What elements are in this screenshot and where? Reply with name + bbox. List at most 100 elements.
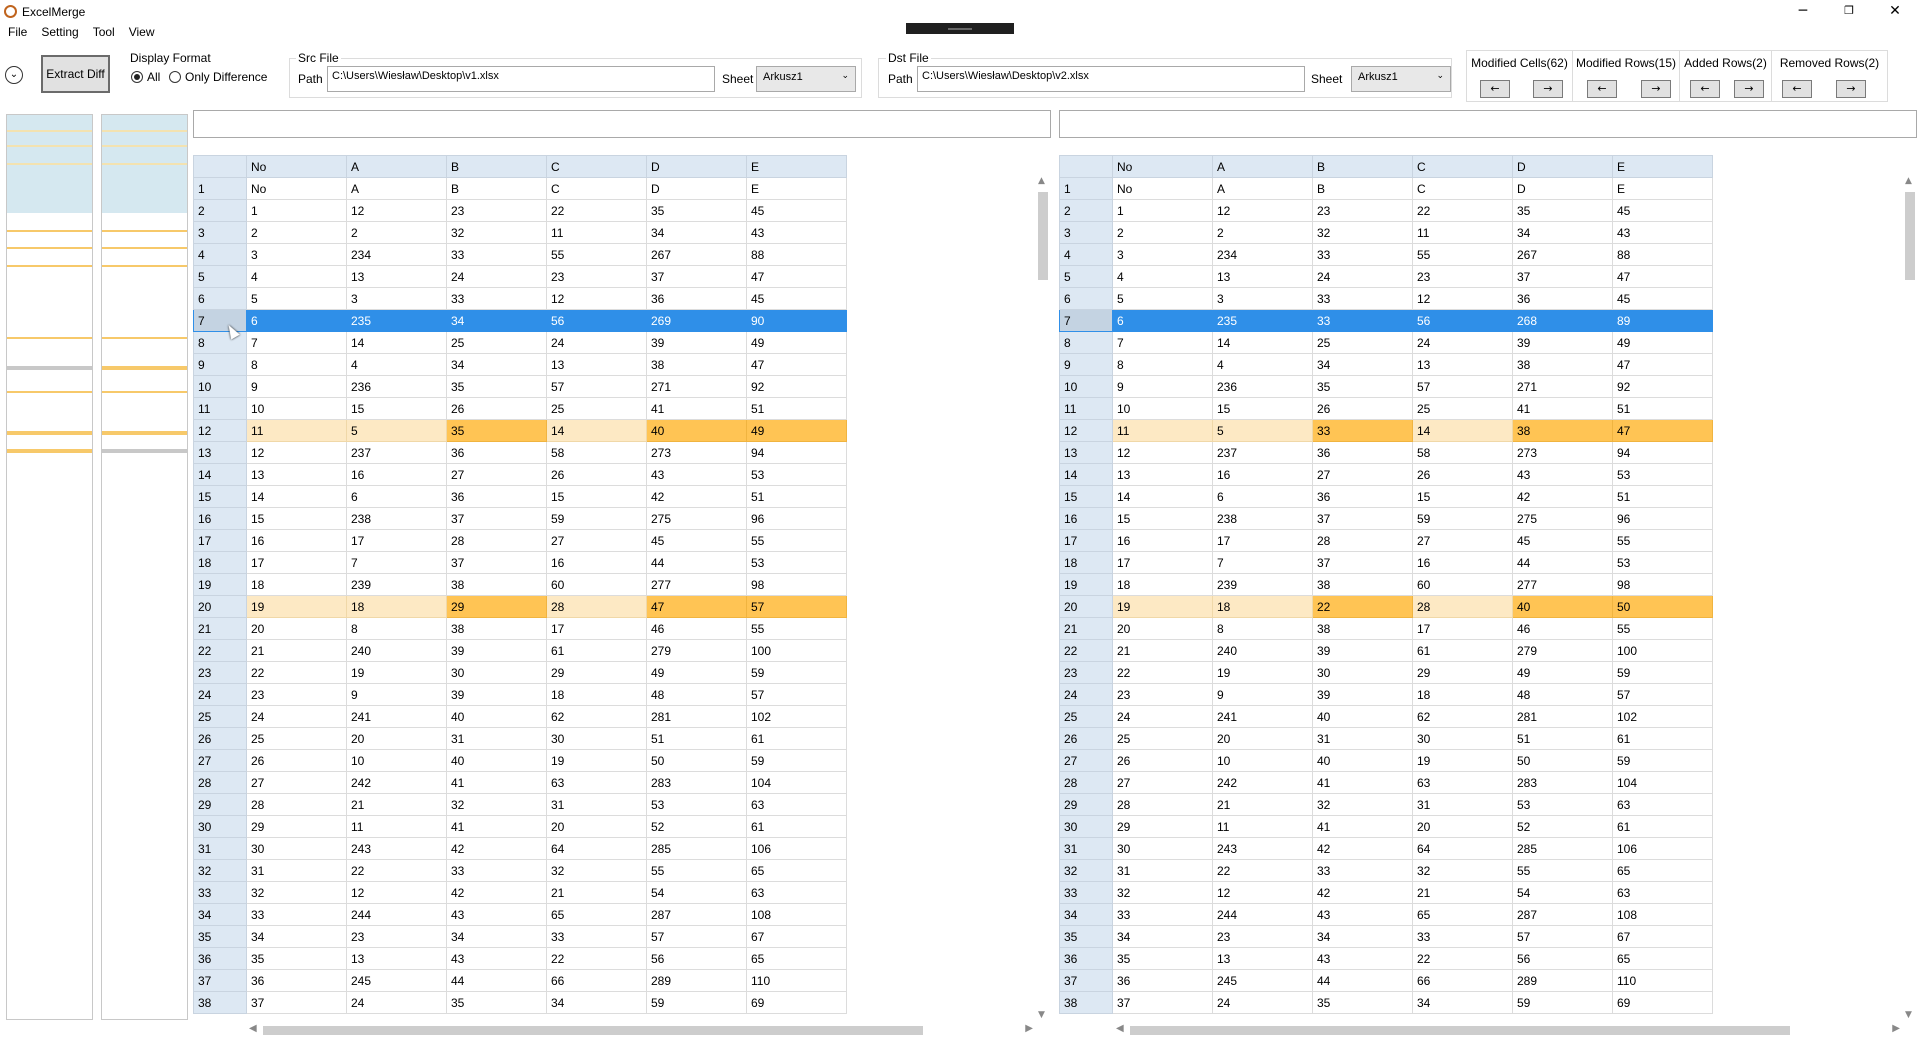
grid-cell[interactable]: 59 xyxy=(1412,507,1513,530)
table-row[interactable]: 38 37 24 35 34 59 69 xyxy=(1059,991,1713,1014)
grid-cell[interactable]: 24 xyxy=(1112,705,1213,728)
grid-cell[interactable]: 30 xyxy=(1112,837,1213,860)
grid-cell[interactable]: 48 xyxy=(646,683,747,706)
grid-cell[interactable]: A xyxy=(346,177,447,200)
table-row[interactable]: 30 29 11 41 20 52 61 xyxy=(193,815,847,838)
dst-vertical-scrollbar[interactable]: ▲ ▼ xyxy=(1902,176,1919,1022)
grid-cell[interactable]: 34 xyxy=(446,925,547,948)
table-row[interactable]: 3 2 2 32 11 34 43 xyxy=(193,221,847,244)
grid-cell[interactable]: 18 xyxy=(1212,595,1313,618)
row-header[interactable]: 17 xyxy=(1059,529,1113,552)
grid-cell[interactable]: 1 xyxy=(246,199,347,222)
grid-cell[interactable]: 268 xyxy=(1512,309,1613,332)
grid-cell[interactable]: 16 xyxy=(1212,463,1313,486)
table-row[interactable]: 19 18 239 38 60 277 98 xyxy=(1059,573,1713,596)
dst-horizontal-scrollbar[interactable]: ◀ ▶ xyxy=(1116,1022,1902,1039)
row-header[interactable]: 10 xyxy=(1059,375,1113,398)
table-row[interactable]: 36 35 13 43 22 56 65 xyxy=(1059,947,1713,970)
grid-cell[interactable]: 23 xyxy=(246,683,347,706)
grid-cell[interactable]: 235 xyxy=(1212,309,1313,332)
grid-cell[interactable]: 31 xyxy=(246,859,347,882)
grid-cell[interactable]: 43 xyxy=(1612,221,1713,244)
grid-cell[interactable]: 47 xyxy=(746,265,847,288)
grid-cell[interactable]: 20 xyxy=(346,727,447,750)
grid-cell[interactable]: 289 xyxy=(1512,969,1613,992)
grid-cell[interactable]: 23 xyxy=(1112,683,1213,706)
grid-cell[interactable]: 5 xyxy=(346,419,447,442)
row-header[interactable]: 31 xyxy=(1059,837,1113,860)
grid-cell[interactable]: 59 xyxy=(746,749,847,772)
table-row[interactable]: 6 5 3 33 12 36 45 xyxy=(193,287,847,310)
grid-cell[interactable]: 22 xyxy=(546,947,647,970)
grid-cell[interactable]: 61 xyxy=(1612,727,1713,750)
table-row[interactable]: 22 21 240 39 61 279 100 xyxy=(193,639,847,662)
grid-cell[interactable]: 43 xyxy=(646,463,747,486)
scroll-up-icon[interactable]: ▲ xyxy=(1038,176,1045,186)
grid-cell[interactable]: 11 xyxy=(346,815,447,838)
grid-cell[interactable]: 34 xyxy=(246,925,347,948)
grid-cell[interactable]: 287 xyxy=(646,903,747,926)
grid-cell[interactable]: 65 xyxy=(746,859,847,882)
row-header[interactable]: 17 xyxy=(193,529,247,552)
grid-cell[interactable]: 16 xyxy=(1412,551,1513,574)
grid-cell[interactable]: B xyxy=(1312,177,1413,200)
row-header[interactable]: 21 xyxy=(1059,617,1113,640)
grid-cell[interactable]: 19 xyxy=(246,595,347,618)
row-header[interactable]: 4 xyxy=(1059,243,1113,266)
grid-cell[interactable]: 57 xyxy=(746,595,847,618)
table-row[interactable]: 4 3 234 33 55 267 88 xyxy=(193,243,847,266)
grid-cell[interactable]: 63 xyxy=(1612,881,1713,904)
grid-cell[interactable]: 65 xyxy=(746,947,847,970)
grid-cell[interactable]: 29 xyxy=(246,815,347,838)
grid-cell[interactable]: 55 xyxy=(746,529,847,552)
grid-cell[interactable]: No xyxy=(1112,177,1213,200)
grid-cell[interactable]: 54 xyxy=(1512,881,1613,904)
grid-corner[interactable] xyxy=(193,155,247,178)
prev-modified-cell-button[interactable]: ← xyxy=(1480,80,1510,98)
table-row[interactable]: 20 19 18 22 28 40 50 xyxy=(1059,595,1713,618)
grid-cell[interactable]: 94 xyxy=(1612,441,1713,464)
grid-cell[interactable]: 23 xyxy=(546,265,647,288)
grid-cell[interactable]: 15 xyxy=(546,485,647,508)
grid-cell[interactable]: 53 xyxy=(746,551,847,574)
grid-cell[interactable]: 13 xyxy=(1412,353,1513,376)
grid-cell[interactable]: 33 xyxy=(446,859,547,882)
column-header[interactable]: B xyxy=(446,155,547,178)
grid-cell[interactable]: 61 xyxy=(546,639,647,662)
grid-cell[interactable]: 22 xyxy=(1412,947,1513,970)
grid-cell[interactable]: 65 xyxy=(1612,859,1713,882)
grid-cell[interactable]: 35 xyxy=(1112,947,1213,970)
grid-cell[interactable]: 7 xyxy=(346,551,447,574)
grid-cell[interactable]: 33 xyxy=(446,243,547,266)
grid-cell[interactable]: 32 xyxy=(246,881,347,904)
grid-cell[interactable]: 56 xyxy=(646,947,747,970)
grid-cell[interactable]: 24 xyxy=(1312,265,1413,288)
grid-cell[interactable]: 34 xyxy=(1112,925,1213,948)
row-header[interactable]: 9 xyxy=(193,353,247,376)
grid-cell[interactable]: 5 xyxy=(1212,419,1313,442)
row-header[interactable]: 29 xyxy=(1059,793,1113,816)
grid-cell[interactable]: 35 xyxy=(446,375,547,398)
table-row[interactable]: 9 8 4 34 13 38 47 xyxy=(193,353,847,376)
grid-cell[interactable]: 57 xyxy=(1612,683,1713,706)
grid-cell[interactable]: 34 xyxy=(446,309,547,332)
table-row[interactable]: 21 20 8 38 17 46 55 xyxy=(1059,617,1713,640)
row-header[interactable]: 18 xyxy=(193,551,247,574)
column-header[interactable]: D xyxy=(1512,155,1613,178)
grid-cell[interactable]: 3 xyxy=(1212,287,1313,310)
grid-cell[interactable]: 55 xyxy=(1412,243,1513,266)
table-row[interactable]: 8 7 14 25 24 39 49 xyxy=(193,331,847,354)
grid-cell[interactable]: No xyxy=(246,177,347,200)
grid-cell[interactable]: 15 xyxy=(346,397,447,420)
table-row[interactable]: 16 15 238 37 59 275 96 xyxy=(1059,507,1713,530)
grid-cell[interactable]: C xyxy=(546,177,647,200)
table-row[interactable]: 25 24 241 40 62 281 102 xyxy=(193,705,847,728)
table-row[interactable]: 34 33 244 43 65 287 108 xyxy=(1059,903,1713,926)
grid-cell[interactable]: 51 xyxy=(1512,727,1613,750)
grid-cell[interactable]: 49 xyxy=(1612,331,1713,354)
grid-cell[interactable]: 44 xyxy=(1512,551,1613,574)
grid-cell[interactable]: 7 xyxy=(1212,551,1313,574)
grid-cell[interactable]: 244 xyxy=(1212,903,1313,926)
table-row[interactable]: 28 27 242 41 63 283 104 xyxy=(1059,771,1713,794)
dst-cell-value-bar[interactable] xyxy=(1059,110,1917,138)
